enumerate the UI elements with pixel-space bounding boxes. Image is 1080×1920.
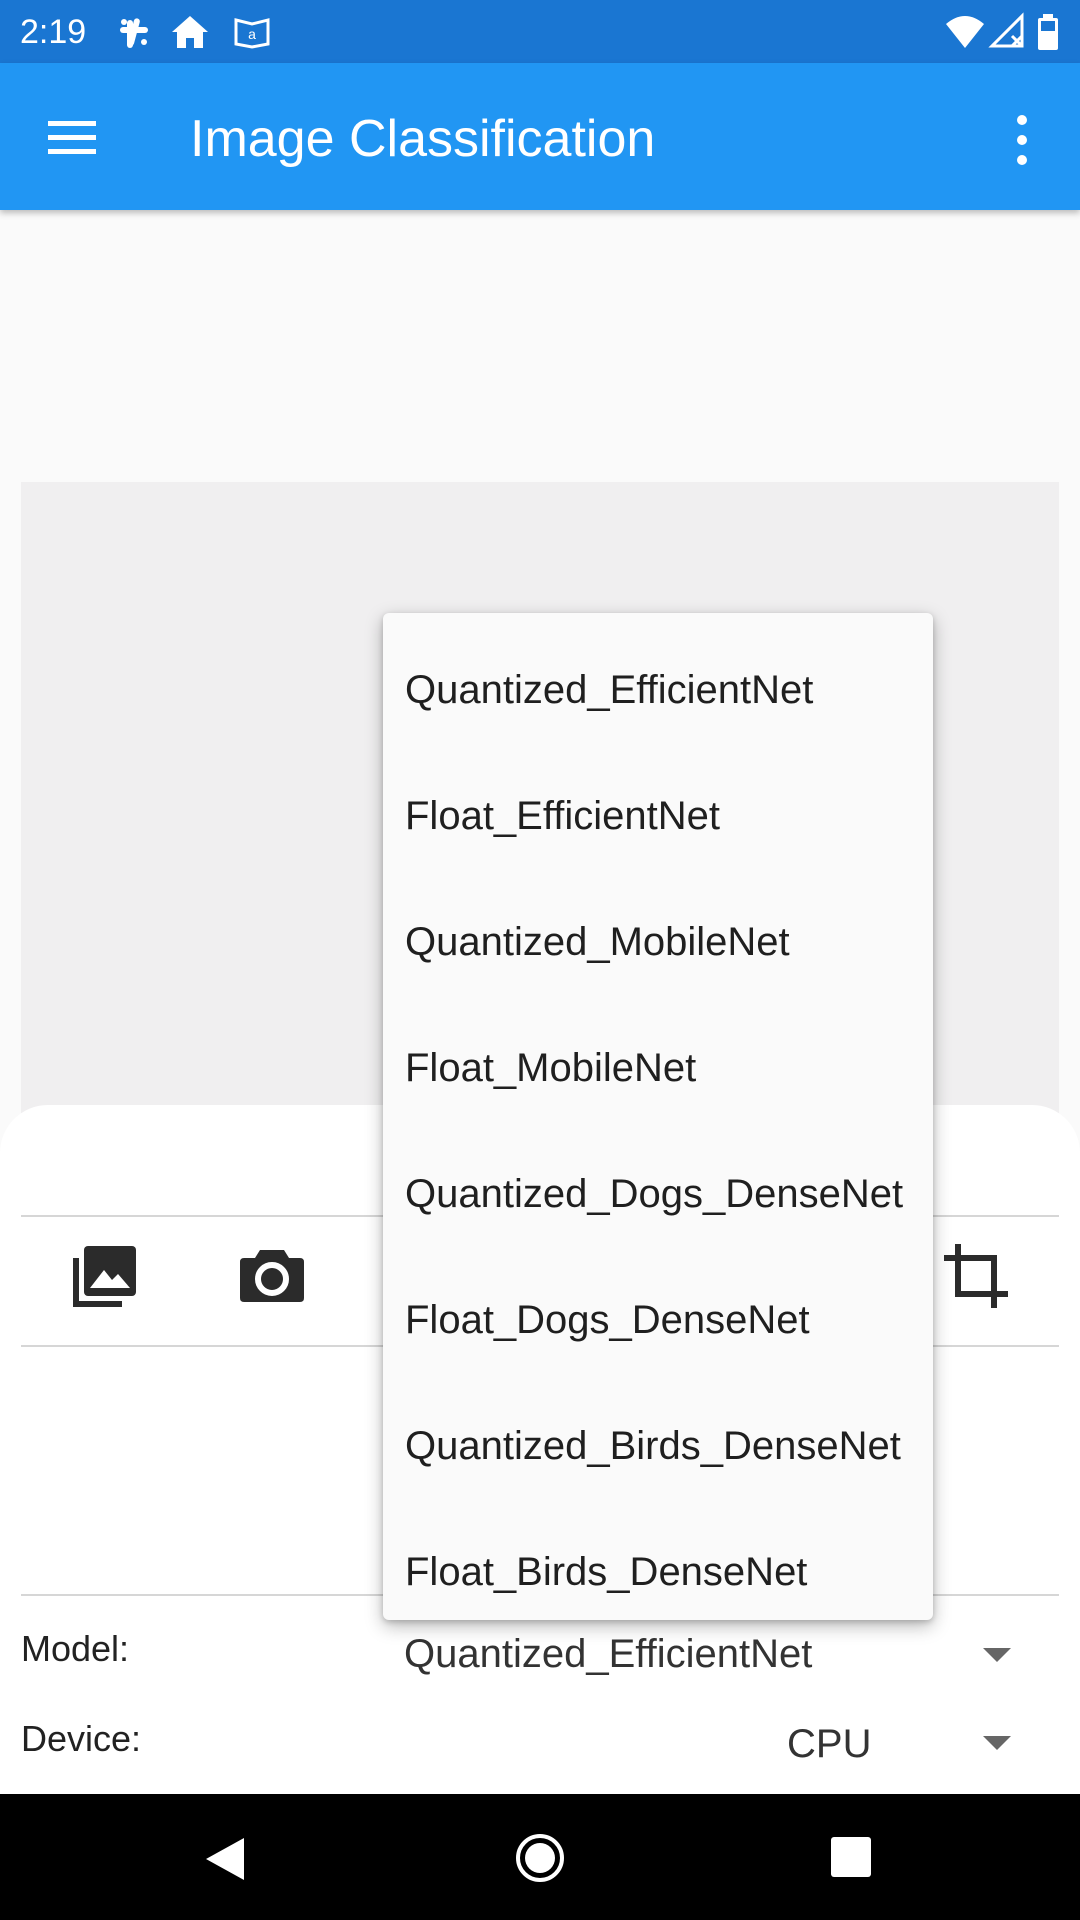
app-bar: Image Classification (0, 63, 1080, 210)
chevron-down-icon[interactable] (983, 1648, 1011, 1662)
hamburger-menu-icon[interactable] (42, 113, 102, 163)
more-vert-icon[interactable] (1000, 108, 1044, 172)
dropdown-option[interactable]: Float_Dogs_DenseNet (405, 1257, 925, 1383)
dropdown-option[interactable]: Float_EfficientNet (405, 753, 925, 879)
model-spinner-value[interactable]: Quantized_EfficientNet (404, 1632, 812, 1677)
cellular-no-signal-icon (988, 12, 1024, 48)
status-time: 2:19 (20, 13, 87, 51)
home-icon (172, 16, 208, 48)
dropdown-option[interactable]: Quantized_Dogs_DenseNet (405, 1131, 925, 1257)
device-label: Device: (21, 1718, 142, 1759)
amazon-kindle-icon: a (234, 18, 270, 49)
dropdown-option[interactable]: Quantized_EfficientNet (405, 627, 925, 753)
wifi-icon (946, 16, 984, 48)
device-spinner-value[interactable]: CPU (787, 1722, 871, 1767)
back-icon[interactable] (204, 1836, 246, 1882)
svg-text:a: a (248, 26, 256, 42)
crop-icon[interactable] (940, 1240, 1012, 1312)
camera-icon[interactable] (236, 1240, 308, 1312)
dropdown-option[interactable]: Quantized_Birds_DenseNet (405, 1383, 925, 1509)
status-bar: 2:19 a (0, 0, 1080, 63)
battery-icon (1038, 14, 1058, 50)
recents-icon[interactable] (830, 1836, 872, 1878)
gallery-icon[interactable] (70, 1240, 142, 1312)
model-label: Model: (21, 1628, 130, 1669)
page-title: Image Classification (190, 110, 656, 168)
home-button-icon[interactable] (514, 1832, 566, 1884)
chevron-down-icon[interactable] (983, 1736, 1011, 1750)
dropdown-option[interactable]: Float_MobileNet (405, 1005, 925, 1131)
navigation-bar (0, 1794, 1080, 1920)
dropdown-option[interactable]: Quantized_MobileNet (405, 879, 925, 1005)
dropdown-option[interactable]: Float_Birds_DenseNet (405, 1509, 925, 1635)
model-dropdown-menu: Quantized_EfficientNet Float_EfficientNe… (383, 613, 933, 1620)
slack-icon (120, 18, 148, 48)
